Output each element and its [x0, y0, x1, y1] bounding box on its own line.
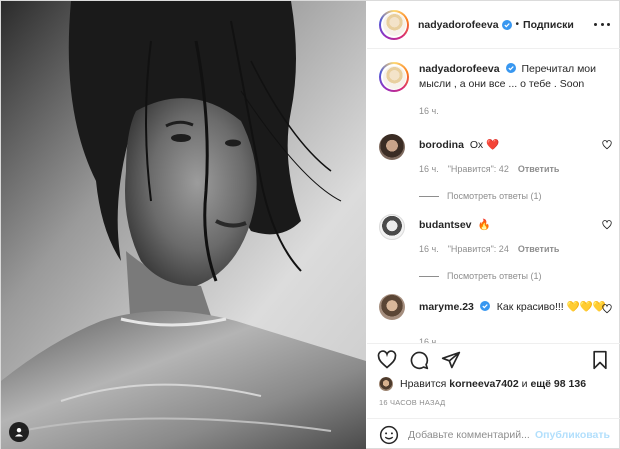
- comment-time[interactable]: 16 ч.: [419, 242, 439, 257]
- verified-badge-icon: [505, 63, 516, 73]
- verified-badge-icon: [479, 301, 490, 311]
- bookmark-icon[interactable]: [590, 350, 610, 370]
- user-tag-icon[interactable]: [9, 422, 29, 442]
- comment-input[interactable]: [408, 428, 536, 441]
- author-avatar[interactable]: [379, 9, 409, 40]
- comments-list[interactable]: nadyadorofeeva Перечитал мои мысли , а о…: [367, 50, 620, 343]
- post-sidebar: nadyadorofeeva • Подписки nadyadorofeeva…: [367, 1, 620, 449]
- action-bar: [367, 343, 620, 375]
- more-options-icon[interactable]: [594, 18, 610, 30]
- comment-item: maryme.23 Как красиво!!! 💛💛💛 16 ч.: [379, 294, 614, 343]
- following-button[interactable]: Подписки: [523, 19, 574, 31]
- comment-time[interactable]: 16 ч.: [419, 162, 439, 177]
- heart-icon[interactable]: [602, 220, 612, 230]
- add-comment-bar: Опубликовать: [367, 418, 620, 449]
- comment-likes[interactable]: "Нравится": 24: [448, 242, 509, 257]
- comment-username[interactable]: borodina: [419, 139, 464, 151]
- heart-icon[interactable]: [602, 140, 612, 150]
- post-photo[interactable]: [1, 1, 366, 449]
- commenter-avatar[interactable]: [379, 214, 405, 240]
- separator-dot: •: [515, 19, 520, 30]
- likes-prefix: Нравится: [400, 378, 447, 390]
- likes-summary[interactable]: Нравится korneeva7402 и ещё 98 136: [379, 376, 586, 392]
- publish-button[interactable]: Опубликовать: [535, 429, 610, 441]
- comment-time[interactable]: 16 ч.: [419, 335, 439, 343]
- commenter-avatar[interactable]: [379, 294, 405, 320]
- view-replies[interactable]: Посмотреть ответы (1): [419, 191, 614, 201]
- emoji-icon[interactable]: [379, 425, 399, 445]
- caption-username[interactable]: nadyadorofeeva: [419, 63, 500, 75]
- comment-emoji: 💛💛💛: [566, 301, 606, 313]
- liker-username[interactable]: korneeva7402: [449, 378, 518, 390]
- likes-others[interactable]: ещё 98 136: [530, 378, 586, 390]
- post-timestamp[interactable]: 16 ЧАСОВ НАЗАД: [379, 398, 445, 407]
- view-replies[interactable]: Посмотреть ответы (1): [419, 271, 614, 281]
- comment-item: borodina Ох ❤️ 16 ч. "Нравится": 42 Отве…: [379, 134, 614, 201]
- portrait-image: [1, 1, 366, 449]
- comment-text: Как красиво!!!: [496, 301, 564, 313]
- comment-likes[interactable]: "Нравится": 42: [448, 162, 509, 177]
- comment-emoji: ❤️: [486, 139, 500, 151]
- comment-username[interactable]: budantsev: [419, 219, 472, 231]
- post-header: nadyadorofeeva • Подписки: [367, 1, 620, 49]
- reply-button[interactable]: Ответить: [518, 242, 560, 257]
- instagram-post: nadyadorofeeva • Подписки nadyadorofeeva…: [0, 0, 620, 449]
- post-caption: nadyadorofeeva Перечитал мои мысли , а о…: [379, 62, 614, 119]
- comment-emoji: 🔥: [477, 219, 491, 231]
- share-icon[interactable]: [441, 350, 461, 370]
- author-username[interactable]: nadyadorofeeva: [418, 19, 499, 31]
- comment-icon[interactable]: [409, 350, 429, 370]
- caption-author-avatar[interactable]: [379, 62, 409, 92]
- comment-text: Ох: [469, 139, 484, 151]
- reply-button[interactable]: Ответить: [518, 162, 560, 177]
- like-heart-icon[interactable]: [377, 350, 397, 370]
- likes-joiner: и: [521, 378, 528, 390]
- comment-item: budantsev 🔥 16 ч. "Нравится": 24 Ответит…: [379, 214, 614, 281]
- caption-time[interactable]: 16 ч.: [419, 104, 614, 119]
- verified-badge-icon: [501, 19, 512, 30]
- heart-icon[interactable]: [602, 304, 612, 314]
- commenter-avatar[interactable]: [379, 134, 405, 160]
- liker-avatar: [379, 377, 393, 391]
- comment-username[interactable]: maryme.23: [419, 301, 474, 313]
